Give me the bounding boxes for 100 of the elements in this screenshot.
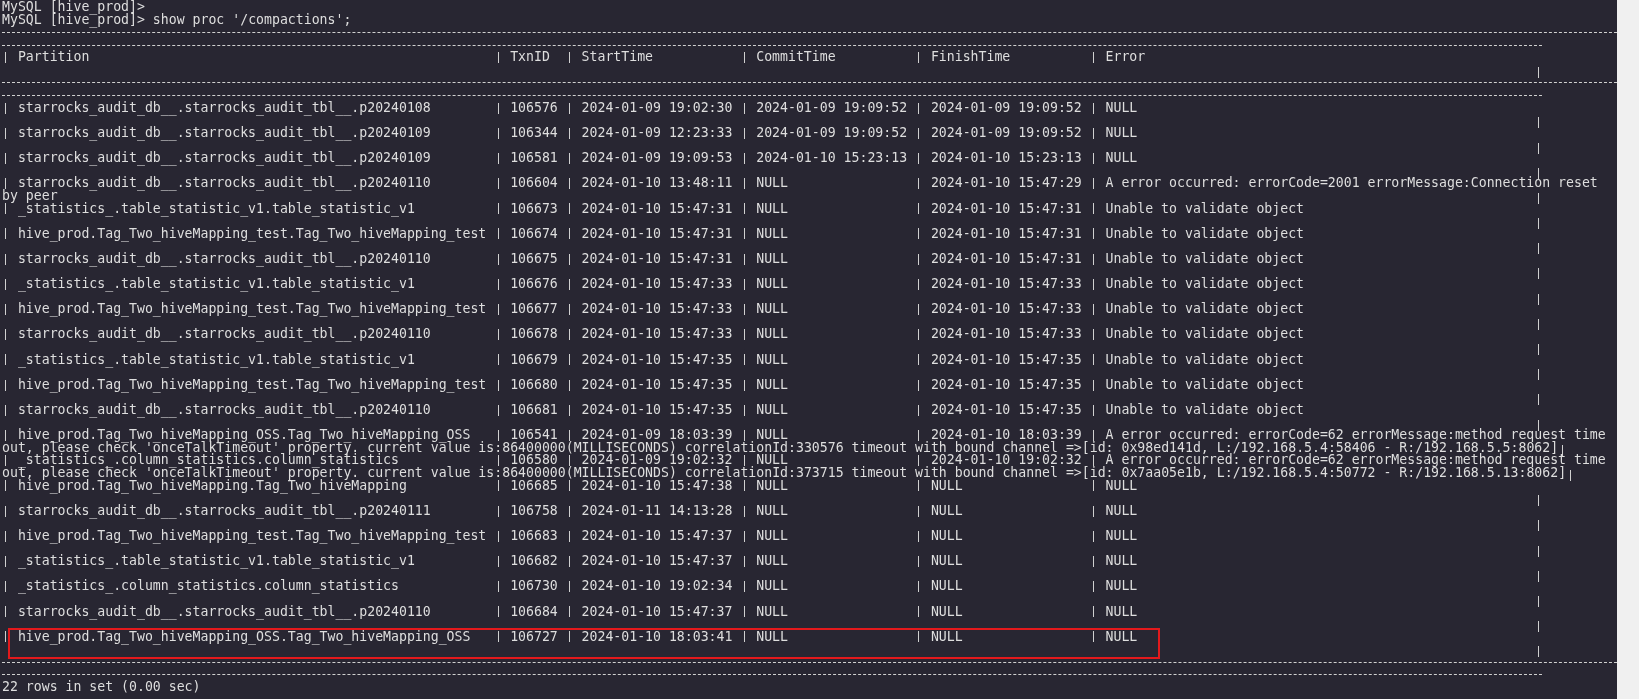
- table-cell-text: _statistics_.column_statistics.column_statistics: [16, 580, 399, 593]
- table-cell-text: 106680: [509, 378, 558, 392]
- table-cell-text: NULL: [1104, 605, 1138, 619]
- table-cell-text: starrocks_audit_db__.starrocks_audit_tbl__.p20240110: [16, 404, 431, 417]
- table-cell-text: NULL: [1104, 580, 1138, 593]
- table-cell-text: 2024-01-09 19:09:52: [929, 101, 1082, 115]
- table-cell-text: 106684: [509, 605, 558, 619]
- table-cell-text: _statistics_.table_statistic_v1.table_statistic_v1: [16, 353, 415, 367]
- table-cell-text: 2024-01-10 15:47:31: [580, 227, 733, 241]
- table-cell-text: Unable to validate object: [1104, 227, 1305, 241]
- table-cell: by peer: [2, 189, 58, 203]
- table-cell-text: NULL: [929, 580, 963, 593]
- table-cell-text: 106730: [509, 580, 558, 593]
- prompt-line: MySQL [hive_prod]>: [2, 1, 145, 14]
- table-cell-text: hive_prod.Tag_Two_hiveMapping_test.Tag_Two_hiveMapping_test: [16, 303, 487, 316]
- table-cell-text: 2024-01-10 15:23:13: [755, 152, 908, 165]
- table-cell-text: NULL: [755, 555, 788, 568]
- table-cell-text: NULL: [929, 504, 963, 518]
- table-cell-text: hive_prod.Tag_Two_hiveMapping_OSS.Tag_Two_hiveMapping_OSS: [17, 429, 471, 442]
- table-cell-text: 106604: [509, 177, 558, 190]
- table-cell-text: 106675: [509, 252, 558, 266]
- table-cell-text: Unable to validate object: [1104, 353, 1305, 367]
- table-cell-text: 106683: [509, 529, 558, 543]
- table-cell-text: NULL: [755, 227, 788, 241]
- table-cell-text: 2024-01-10 18:03:39: [930, 429, 1082, 442]
- table-cell-text: NULL: [1104, 101, 1138, 115]
- table-cell-text: 2024-01-09 12:23:33: [580, 126, 733, 140]
- table-cell-text: _statistics_.table_statistic_v1.table_statistic_v1: [17, 202, 415, 216]
- table-cell-text: starrocks_audit_db__.starrocks_audit_tbl__.p20240109: [16, 126, 431, 140]
- table-cell-text: starrocks_audit_db__.starrocks_audit_tbl__.p20240110: [17, 177, 431, 190]
- table-cell-text: NULL: [929, 605, 963, 619]
- table-cell-text: hive_prod.Tag_Two_hiveMapping_OSS.Tag_Two_hiveMapping_OSS: [16, 630, 471, 644]
- table-cell-text: NULL: [756, 454, 788, 467]
- column-header: FinishTime: [929, 51, 1011, 64]
- table-cell-text: 2024-01-10 15:47:38: [581, 479, 733, 493]
- table-cell: out, please check 'onceTalkTimeout' property. current value is:86400000(MILLISECONDS) correlationId:373715 timeout with bound channel =>[id: 0x7aa05e1b, L:/192.168.5.4:50772 - R:/192.168.5.13:8062]: [2, 466, 1567, 480]
- table-cell-text: _statistics_.column_statistics.column_statistics: [17, 454, 399, 467]
- table-cell-text: NULL: [755, 303, 788, 316]
- table-cell-text: 106344: [509, 126, 558, 140]
- prompt-line: MySQL [hive_prod]> show proc '/compactions';: [2, 13, 352, 27]
- table-cell-text: 2024-01-09 19:09:52: [929, 126, 1082, 140]
- table-cell-text: 2024-01-10 13:48:11: [580, 177, 733, 190]
- table-cell-text: 2024-01-09 19:02:30: [580, 101, 733, 115]
- table-cell-text: hive_prod.Tag_Two_hiveMapping_test.Tag_Two_hiveMapping_test: [16, 227, 487, 241]
- table-cell-text: 106679: [509, 353, 558, 367]
- column-header: Partition: [16, 51, 90, 64]
- table-cell-text: A error occurred: errorCode=62 errorMessage:method request time: [1105, 429, 1606, 442]
- table-cell-text: 2024-01-10 15:47:33: [580, 278, 733, 291]
- table-cell-text: Unable to validate object: [1104, 328, 1305, 342]
- table-cell-text: 2024-01-09 19:09:52: [755, 101, 908, 115]
- table-cell-text: NULL: [1104, 630, 1138, 644]
- table-cell-text: NULL: [929, 630, 963, 644]
- table-cell-text: NULL: [755, 177, 788, 190]
- table-cell-text: NULL: [755, 630, 788, 644]
- table-cell-text: 106541: [510, 429, 558, 442]
- table-cell-text: 106685: [510, 479, 558, 493]
- table-cell-text: Unable to validate object: [1104, 202, 1305, 216]
- table-cell-text: 2024-01-10 15:47:33: [929, 278, 1082, 291]
- table-cell-text: 2024-01-10 15:47:37: [580, 529, 733, 543]
- table-cell-text: 106677: [509, 303, 558, 316]
- table-cell-text: NULL: [1105, 479, 1138, 493]
- table-cell-text: 106673: [509, 202, 558, 216]
- table-cell-text: NULL: [755, 252, 788, 266]
- table-cell-text: 106758: [509, 504, 558, 518]
- table-cell-text: 2024-01-10 15:47:35: [929, 378, 1082, 392]
- column-header: StartTime: [580, 51, 654, 64]
- table-cell-text: 2024-01-10 15:47:31: [929, 252, 1082, 266]
- table-cell-text: 2024-01-10 15:47:33: [580, 328, 733, 342]
- table-cell-text: 106681: [509, 404, 558, 417]
- table-cell-text: NULL: [755, 504, 788, 518]
- table-cell-text: 2024-01-10 15:47:31: [580, 202, 733, 216]
- column-header: CommitTime: [755, 51, 836, 64]
- table-cell-text: starrocks_audit_db__.starrocks_audit_tbl__.p20240110: [16, 328, 431, 342]
- table-cell-text: 2024-01-10 15:47:29: [929, 177, 1082, 190]
- table-cell-text: 2024-01-11 14:13:28: [580, 504, 733, 518]
- table-cell-text: NULL: [755, 202, 788, 216]
- table-cell-text: 2024-01-10 15:47:35: [580, 404, 733, 417]
- table-cell-text: Unable to validate object: [1104, 303, 1305, 316]
- table-cell-text: 2024-01-10 15:47:31: [580, 252, 733, 266]
- table-cell-text: NULL: [929, 479, 963, 493]
- table-cell-text: NULL: [1104, 504, 1138, 518]
- table-cell-text: 2024-01-10 19:02:34: [580, 580, 733, 593]
- table-cell-text: 106682: [509, 555, 558, 568]
- table-cell-text: 2024-01-10 15:47:35: [929, 404, 1082, 417]
- table-cell-text: _statistics_.table_statistic_v1.table_statistic_v1: [16, 278, 415, 291]
- table-cell-text: 106576: [509, 101, 558, 115]
- table-cell-text: A error occurred: errorCode=62 errorMessage:method request time: [1105, 454, 1606, 467]
- table-cell-text: NULL: [755, 278, 788, 291]
- table-cell-text: 2024-01-10 15:47:37: [580, 555, 733, 568]
- table-cell-text: Unable to validate object: [1104, 252, 1305, 266]
- table-cell-text: starrocks_audit_db__.starrocks_audit_tbl__.p20240110: [16, 605, 431, 619]
- table-cell-text: 2024-01-09 19:09:53: [580, 152, 733, 165]
- column-header: Error: [1104, 51, 1146, 64]
- table-cell-text: NULL: [1104, 126, 1138, 140]
- table-cell-text: NULL: [1104, 152, 1138, 165]
- table-cell-text: NULL: [929, 555, 963, 568]
- table-cell-text: starrocks_audit_db__.starrocks_audit_tbl__.p20240111: [16, 504, 431, 518]
- table-cell-text: NULL: [755, 479, 788, 493]
- table-cell-text: NULL: [755, 529, 788, 543]
- table-cell-text: 106674: [509, 227, 558, 241]
